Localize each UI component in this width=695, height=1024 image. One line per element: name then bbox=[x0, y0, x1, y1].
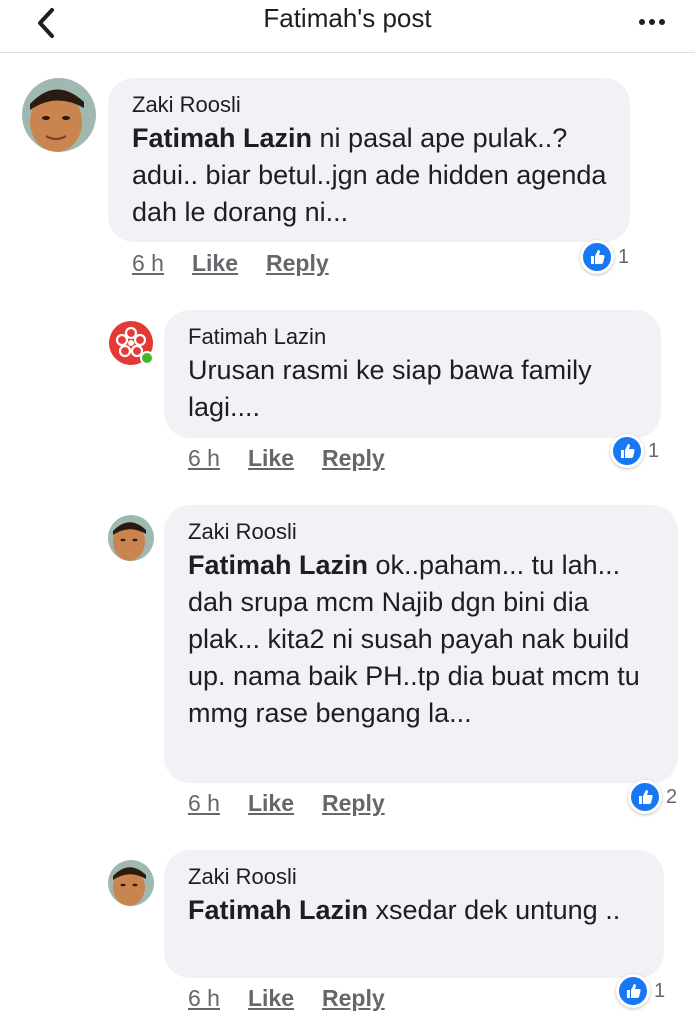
like-button[interactable]: Like bbox=[248, 445, 294, 471]
reaction-count: 1 bbox=[654, 979, 666, 1002]
reaction-count: 2 bbox=[666, 785, 678, 808]
reaction-summary[interactable]: 1 bbox=[616, 974, 665, 1008]
mention-tag[interactable]: Fatimah Lazin bbox=[132, 123, 312, 153]
like-button[interactable]: Like bbox=[192, 250, 238, 276]
comment-text: Fatimah Lazin ok..paham... tu lah... dah… bbox=[188, 550, 640, 728]
comment-author[interactable]: Zaki Roosli bbox=[188, 517, 658, 547]
comment-actions: 6 h Like Reply bbox=[188, 445, 413, 472]
comment-author[interactable]: Zaki Roosli bbox=[132, 90, 610, 120]
comment-bubble: Zaki Roosli Fatimah Lazin xsedar dek unt… bbox=[164, 850, 664, 978]
reaction-summary[interactable]: 1 bbox=[610, 434, 659, 468]
avatar[interactable] bbox=[108, 860, 154, 906]
top-bar: Fatimah's post bbox=[0, 0, 695, 53]
comment-author[interactable]: Zaki Roosli bbox=[188, 862, 644, 892]
comment-time[interactable]: 6 h bbox=[132, 250, 164, 276]
reaction-count: 1 bbox=[648, 439, 660, 462]
reply-button[interactable]: Reply bbox=[322, 445, 385, 471]
comment-text: Urusan rasmi ke siap bawa family lagi...… bbox=[188, 355, 592, 422]
reaction-summary[interactable]: 1 bbox=[580, 240, 629, 274]
comment-time[interactable]: 6 h bbox=[188, 985, 220, 1011]
mention-tag[interactable]: Fatimah Lazin bbox=[188, 550, 368, 580]
comment-bubble: Zaki Roosli Fatimah Lazin ni pasal ape p… bbox=[108, 78, 630, 242]
comment-time[interactable]: 6 h bbox=[188, 445, 220, 471]
reply-button[interactable]: Reply bbox=[322, 790, 385, 816]
comment-actions: 6 h Like Reply bbox=[188, 790, 413, 817]
comment-time[interactable]: 6 h bbox=[188, 790, 220, 816]
comment-actions: 6 h Like Reply bbox=[188, 985, 413, 1012]
reply-button[interactable]: Reply bbox=[322, 985, 385, 1011]
comment-bubble: Zaki Roosli Fatimah Lazin ok..paham... t… bbox=[164, 505, 678, 783]
reply-button[interactable]: Reply bbox=[266, 250, 329, 276]
reaction-summary[interactable]: 2 bbox=[628, 780, 677, 814]
thumbs-up-icon bbox=[628, 780, 662, 814]
avatar[interactable] bbox=[108, 515, 154, 561]
mention-tag[interactable]: Fatimah Lazin bbox=[188, 895, 368, 925]
page-title: Fatimah's post bbox=[263, 3, 432, 33]
reaction-count: 1 bbox=[618, 245, 630, 268]
thumbs-up-icon bbox=[616, 974, 650, 1008]
thumbs-up-icon bbox=[610, 434, 644, 468]
like-button[interactable]: Like bbox=[248, 985, 294, 1011]
thumbs-up-icon bbox=[580, 240, 614, 274]
comment-author[interactable]: Fatimah Lazin bbox=[188, 322, 641, 352]
avatar[interactable] bbox=[108, 320, 154, 366]
like-button[interactable]: Like bbox=[248, 790, 294, 816]
comment-actions: 6 h Like Reply bbox=[132, 250, 357, 277]
avatar[interactable] bbox=[22, 78, 96, 152]
comment-text: Fatimah Lazin ni pasal ape pulak..? adui… bbox=[132, 123, 607, 227]
comment-bubble: Fatimah Lazin Urusan rasmi ke siap bawa … bbox=[164, 310, 661, 438]
comment-text: Fatimah Lazin xsedar dek untung .. bbox=[188, 895, 621, 925]
more-dots-icon[interactable] bbox=[639, 12, 673, 25]
